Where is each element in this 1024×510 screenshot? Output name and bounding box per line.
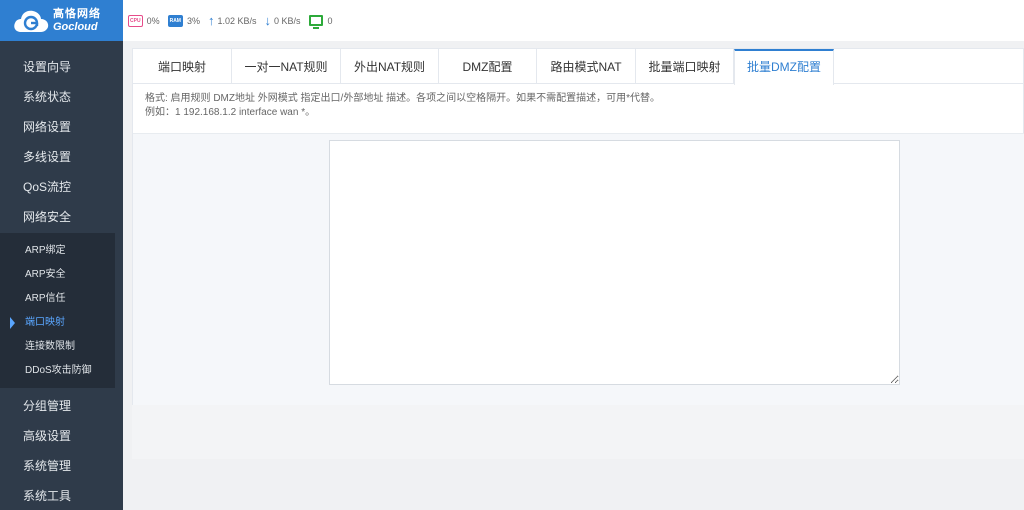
batch-dmz-textarea[interactable] [329, 140, 900, 385]
nav-item-network-security[interactable]: 网络安全 [0, 202, 123, 232]
logo-subtitle: Gocloud [53, 20, 98, 33]
nav-menu: 设置向导 系统状态 网络设置 多线设置 QoS流控 网络安全 [0, 41, 123, 232]
logo-title: 高恪网络 [53, 7, 101, 20]
ram-stat: RAM 3% [167, 14, 200, 27]
tab-batch-port-mapping[interactable]: 批量端口映射 [636, 49, 734, 83]
nav-item-group-management[interactable]: 分组管理 [0, 391, 123, 421]
nav-item-setup-wizard[interactable]: 设置向导 [0, 52, 123, 82]
cpu-value: 0% [146, 15, 160, 26]
sub-item-connection-limit[interactable]: 连接数限制 [0, 335, 115, 359]
devices-stat: 0 [308, 15, 333, 29]
tab-port-mapping[interactable]: 端口映射 [133, 49, 232, 83]
sub-item-ddos-defense[interactable]: DDoS攻击防御 [0, 359, 115, 383]
nav-item-multiline-settings[interactable]: 多线设置 [0, 142, 123, 172]
tab-bar: 端口映射 一对一NAT规则 外出NAT规则 DMZ配置 路由模式NAT 批量端口… [133, 49, 1023, 85]
devices-value: 0 [327, 15, 333, 26]
input-area [133, 133, 1024, 405]
nav-item-system-status[interactable]: 系统状态 [0, 82, 123, 112]
sub-item-arp-security[interactable]: ARP安全 [0, 263, 115, 287]
upload-stat: ↑ 1.02 KB/s [207, 12, 257, 28]
sub-item-port-mapping[interactable]: 端口映射 [0, 311, 115, 335]
config-panel: 端口映射 一对一NAT规则 外出NAT规则 DMZ配置 路由模式NAT 批量端口… [132, 48, 1024, 405]
status-bar: CPU 0% RAM 3% ↑ 1.02 KB/s ↓ 0 KB/s 0 [123, 0, 1024, 41]
cloud-logo-icon [14, 10, 49, 32]
upload-value: 1.02 KB/s [217, 15, 257, 26]
download-value: 0 KB/s [274, 15, 301, 26]
sub-item-arp-binding[interactable]: ARP绑定 [0, 239, 115, 263]
download-stat: ↓ 0 KB/s [264, 12, 301, 28]
format-hint-line: 格式: 启用规则 DMZ地址 外网模式 指定出口/外部地址 描述。各项之间以空格… [145, 93, 660, 104]
tab-batch-dmz-config[interactable]: 批量DMZ配置 [734, 49, 834, 85]
nav-item-network-settings[interactable]: 网络设置 [0, 112, 123, 142]
sidebar: 高恪网络 Gocloud 设置向导 系统状态 网络设置 多线设置 QoS流控 网… [0, 0, 123, 510]
ram-icon: RAM [167, 14, 183, 27]
cpu-icon: CPU [128, 14, 143, 27]
nav-item-qos[interactable]: QoS流控 [0, 172, 123, 202]
nav-item-system-tools[interactable]: 系统工具 [0, 481, 123, 510]
main-content: 端口映射 一对一NAT规则 外出NAT规则 DMZ配置 路由模式NAT 批量端口… [132, 48, 1024, 459]
tab-route-mode-nat[interactable]: 路由模式NAT [537, 49, 636, 83]
tab-dmz-config[interactable]: DMZ配置 [439, 49, 537, 83]
download-arrow-icon: ↓ [264, 12, 272, 28]
nav-item-advanced-settings[interactable]: 高级设置 [0, 421, 123, 451]
nav-menu-lower: 分组管理 高级设置 系统管理 系统工具 [0, 388, 123, 510]
monitor-icon [308, 15, 323, 29]
example-hint-line: 例如：1 192.168.1.2 interface wan *。 [145, 107, 316, 118]
nav-item-system-management[interactable]: 系统管理 [0, 451, 123, 481]
tab-outbound-nat[interactable]: 外出NAT规则 [341, 49, 439, 83]
format-hint: 格式: 启用规则 DMZ地址 外网模式 指定出口/外部地址 描述。各项之间以空格… [133, 84, 1023, 133]
tab-one-to-one-nat[interactable]: 一对一NAT规则 [232, 49, 341, 83]
logo[interactable]: 高恪网络 Gocloud [0, 0, 123, 41]
sub-item-arp-trust[interactable]: ARP信任 [0, 287, 115, 311]
upload-arrow-icon: ↑ [207, 12, 215, 28]
cpu-stat: CPU 0% [128, 14, 160, 27]
security-submenu: ARP绑定 ARP安全 ARP信任 端口映射 连接数限制 DDoS攻击防御 [0, 233, 115, 388]
ram-value: 3% [186, 15, 200, 26]
